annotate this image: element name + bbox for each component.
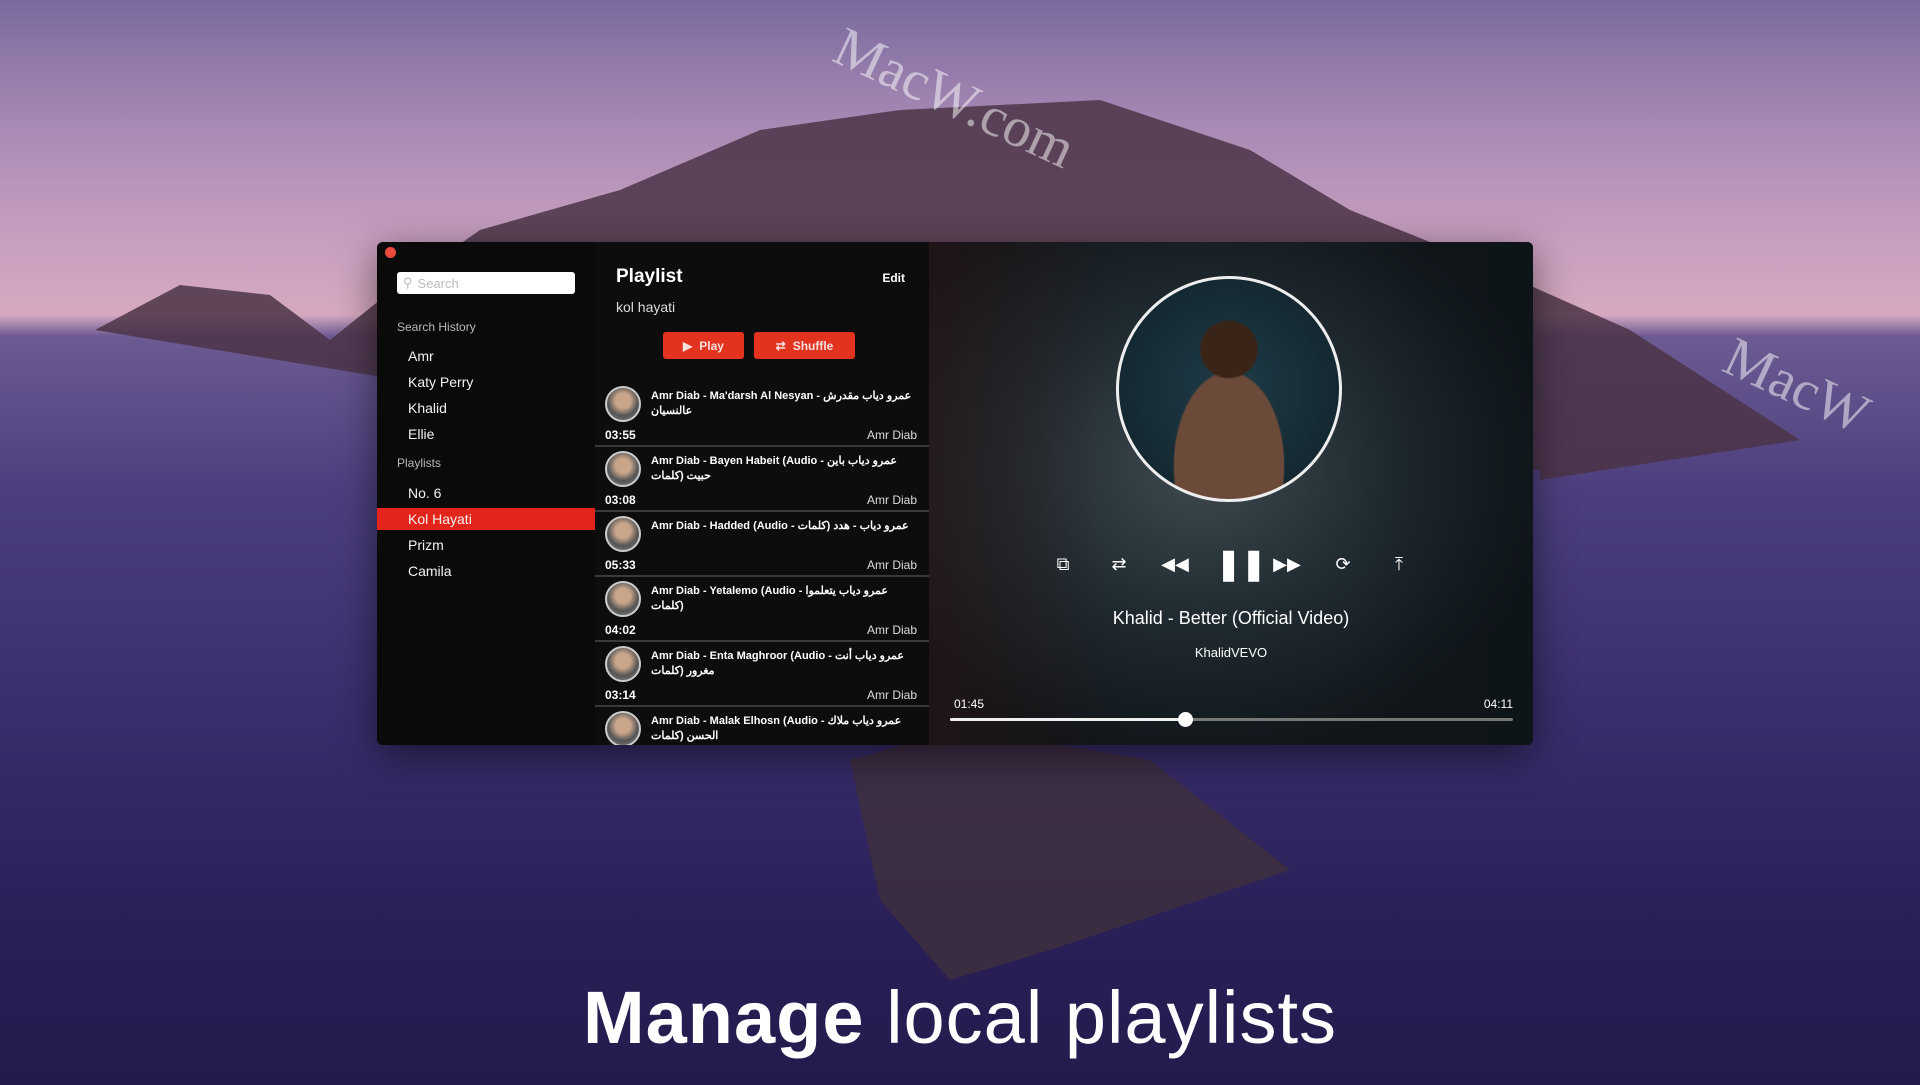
track-title: Amr Diab - Yetalemo (Audio - عمرو دياب ي… [651, 585, 888, 612]
total-time: 04:11 [1483, 697, 1513, 711]
track-artist: Amr Diab [866, 623, 917, 637]
progress-slider[interactable] [950, 712, 1513, 727]
track-artist: Amr Diab [866, 493, 917, 507]
pip-icon[interactable]: ⧉ [1048, 554, 1078, 575]
repeat-icon[interactable]: ⟳ [1328, 554, 1358, 575]
play-button[interactable]: ▶ Play [663, 332, 744, 359]
track-title: Amr Diab - Bayen Habeit (Audio - عمرو دي… [651, 455, 897, 482]
playback-controls: ⧉ ⇄ ◀◀ ❚❚ ▶▶ ⟳ ⤒ [929, 547, 1533, 582]
edit-button[interactable]: Edit [882, 271, 905, 285]
shuffle-icon: ⇄ [775, 338, 786, 353]
track-title: Khalid - Better (Official Video) [1112, 608, 1350, 628]
play-icon: ▶ [683, 338, 693, 353]
track-row[interactable]: Amr Diab - Malak Elhosn (Audio - عمرو دي… [595, 707, 929, 745]
search-history-label: Search History [397, 320, 476, 334]
share-icon[interactable]: ⤒ [1384, 554, 1414, 575]
sidebar: ⚲ Search Search History Amr Katy Perry Kh… [377, 242, 595, 745]
track-row[interactable]: Amr Diab - Yetalemo (Audio - عمرو دياب ي… [595, 577, 929, 642]
track-duration: 05:33 [605, 558, 636, 572]
album-art [1116, 276, 1342, 502]
search-input[interactable]: ⚲ Search [397, 272, 575, 294]
caption-bold: Manage [582, 976, 865, 1059]
track-title: Amr Diab - Enta Maghroor (Audio - عمرو د… [651, 650, 904, 677]
rewind-icon[interactable]: ◀◀ [1160, 554, 1190, 575]
history-item[interactable]: Katy Perry [377, 371, 595, 393]
playlist-item-selected[interactable]: Kol Hayati [377, 508, 595, 530]
elapsed-time: 01:45 [954, 697, 985, 711]
close-button[interactable] [385, 247, 396, 258]
fast-forward-icon[interactable]: ▶▶ [1272, 554, 1302, 575]
playlist-heading: Playlist [616, 266, 683, 287]
track-duration: 04:02 [605, 623, 636, 637]
track-duration: 03:55 [605, 428, 636, 442]
playlist-item[interactable]: Camila [377, 560, 595, 582]
playlist-item[interactable]: Prizm [377, 534, 595, 556]
playlist-name: kol hayati [616, 299, 676, 315]
progress-knob[interactable] [1178, 712, 1194, 727]
track-duration: 03:14 [605, 688, 636, 702]
playlists-label: Playlists [397, 456, 442, 470]
shuffle-button[interactable]: ⇄ Shuffle [754, 332, 855, 359]
track-row[interactable]: Amr Diab - Enta Maghroor (Audio - عمرو د… [595, 642, 929, 707]
app-window: ⚲ Search Search History Amr Katy Perry Kh… [377, 242, 1533, 745]
track-thumbnail [605, 581, 641, 617]
track-thumbnail [605, 516, 641, 552]
now-playing-panel: ⧉ ⇄ ◀◀ ❚❚ ▶▶ ⟳ ⤒ Khalid - Better (Offici… [929, 242, 1533, 745]
track-thumbnail [605, 386, 641, 422]
history-item[interactable]: Amr [377, 345, 595, 367]
track-thumbnail [605, 451, 641, 487]
track-duration: 03:08 [605, 493, 636, 507]
caption-light: local playlists [886, 976, 1338, 1059]
history-item[interactable]: Khalid [377, 397, 595, 419]
track-thumbnail [605, 646, 641, 682]
track-thumbnail [605, 711, 641, 745]
playlist-panel: Playlist Edit kol hayati ▶ Play ⇄ Shuffle … [595, 242, 929, 745]
caption: Manage local playlists [0, 975, 1920, 1060]
track-row[interactable]: Amr Diab - Hadded (Audio - عمرو دياب - ه… [595, 512, 929, 577]
track-row[interactable]: Amr Diab - Bayen Habeit (Audio - عمرو دي… [595, 447, 929, 512]
track-artist: Amr Diab [866, 688, 917, 702]
track-artist: KhalidVEVO [1194, 645, 1268, 660]
track-title: Amr Diab - Malak Elhosn (Audio - عمرو دي… [651, 715, 902, 742]
history-item[interactable]: Ellie [377, 423, 595, 445]
shuffle-icon[interactable]: ⇄ [1104, 554, 1134, 575]
track-title: Amr Diab - Hadded (Audio - عمرو دياب - ه… [651, 520, 909, 532]
track-row[interactable]: Amr Diab - Ma'darsh Al Nesyan - عمرو ديا… [595, 382, 929, 447]
track-artist: Amr Diab [866, 428, 917, 442]
search-icon: ⚲ [403, 275, 413, 290]
progress-fill [950, 718, 1186, 721]
pause-icon[interactable]: ❚❚ [1216, 547, 1266, 582]
track-title: Amr Diab - Ma'darsh Al Nesyan - عمرو ديا… [651, 390, 912, 417]
track-artist: Amr Diab [866, 558, 917, 572]
playlist-item[interactable]: No. 6 [377, 482, 595, 504]
